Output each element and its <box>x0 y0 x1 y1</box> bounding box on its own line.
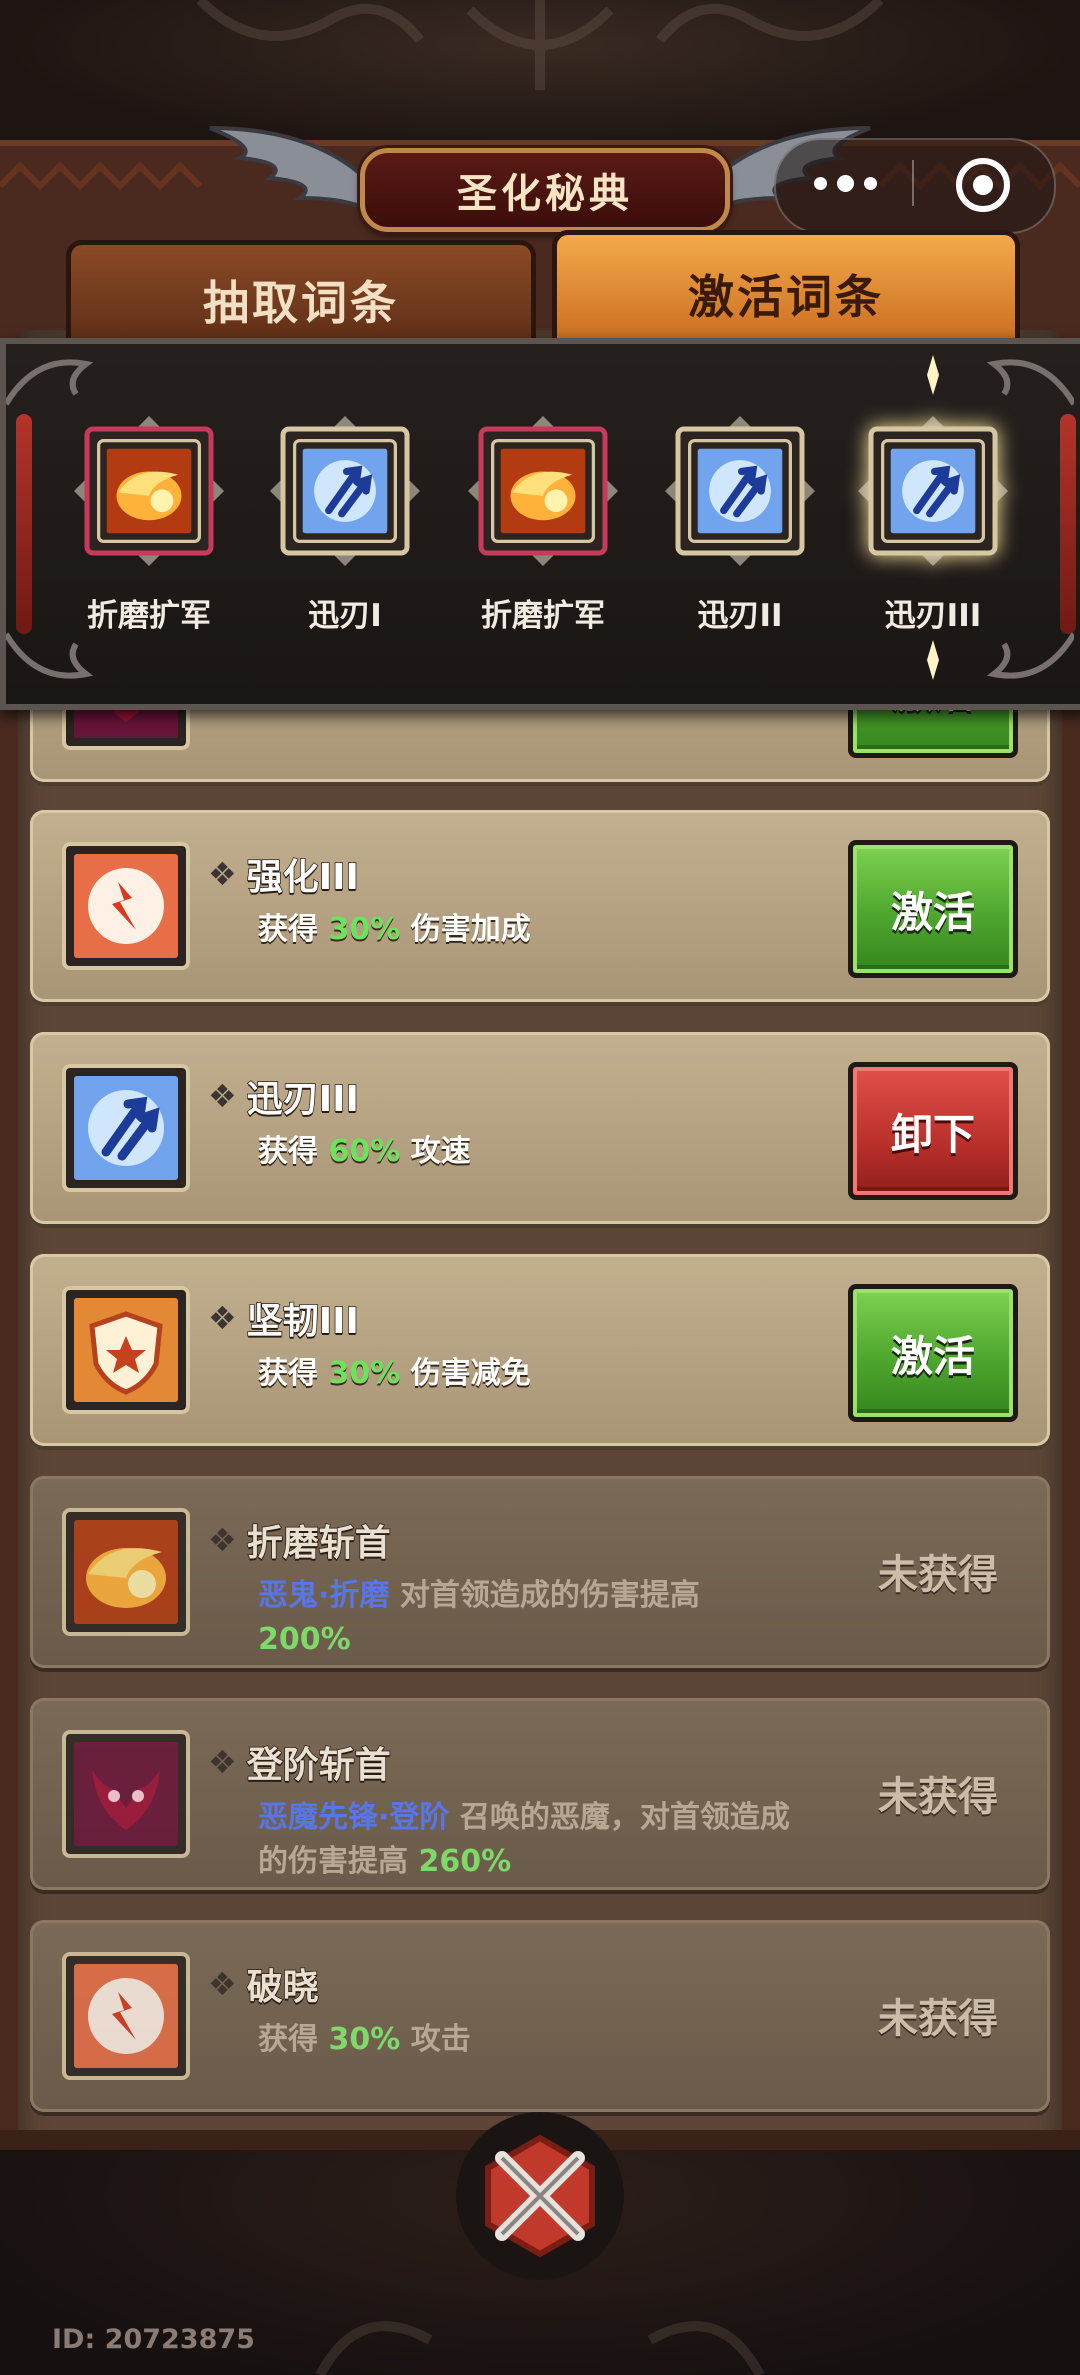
page-title: 圣化秘典 <box>360 148 730 232</box>
entry-card: ❖ 强化III 获得 30% 伤害加成 激活 <box>30 810 1050 1002</box>
target-close-icon[interactable] <box>950 152 1016 218</box>
equipped-slot[interactable] <box>270 416 420 566</box>
entry-card: ❖ 坚韧III 获得 30% 伤害减免 激活 <box>30 1254 1050 1446</box>
desc-text: 伤害减免 <box>400 1356 531 1391</box>
power-burst-icon <box>62 1952 190 2080</box>
value-highlight: 30% <box>328 2022 401 2057</box>
diamond-icon: ❖ <box>208 855 237 893</box>
skill-ref: 恶魔先锋·登阶 <box>258 1800 450 1835</box>
user-id: ID: 20723875 <box>52 2324 255 2355</box>
equipped-slot-label: 迅刃I <box>308 598 382 634</box>
entry-title-row: ❖ 强化III <box>208 852 360 899</box>
entry-title: 折磨斩首 <box>246 1522 392 1565</box>
entry-description: 获得 60% 攻速 <box>258 1130 818 1174</box>
equipped-slot[interactable] <box>74 416 224 566</box>
desc-text: 对首领造成的伤害提高 <box>389 1578 700 1613</box>
value-highlight: 200% <box>258 1622 351 1657</box>
activate-button[interactable]: 激活 <box>848 840 1018 978</box>
entry-card: ❖ 折磨斩首恶鬼·折磨 对首领造成的伤害提高 200% 未获得 <box>30 1476 1050 1668</box>
entry-title-row: ❖ 折磨斩首 <box>208 1518 391 1565</box>
swift-blade-icon <box>688 439 792 547</box>
entry-card: ❖ 迅刃III 获得 60% 攻速 卸下 <box>30 1032 1050 1224</box>
equipped-slot[interactable] <box>858 416 1008 566</box>
value-highlight: 30% <box>328 912 401 947</box>
entry-description: 获得 30% 伤害加成 <box>258 908 818 952</box>
equipped-slot[interactable] <box>468 416 618 566</box>
swift-blade-icon <box>881 439 985 547</box>
equipped-slot-label: 折磨扩军 <box>87 598 211 634</box>
not-obtained-status: 未获得 <box>878 1552 998 1598</box>
desc-text: 获得 <box>258 1134 329 1169</box>
swift-blade-icon <box>62 1064 190 1192</box>
tribal-ornament <box>196 0 884 90</box>
not-obtained-status: 未获得 <box>878 1996 998 2042</box>
desc-text: 获得 <box>258 2022 329 2057</box>
entry-description: 恶鬼·折磨 对首领造成的伤害提高 200% <box>258 1574 818 1662</box>
value-highlight: 60% <box>328 1134 401 1169</box>
swift-blade-icon <box>293 439 397 547</box>
entry-title-row: ❖ 迅刃III <box>208 1074 360 1121</box>
diamond-icon: ❖ <box>208 1077 237 1115</box>
entry-title: 登阶斩首 <box>246 1744 392 1787</box>
entry-title-row: ❖ 登阶斩首 <box>208 1740 391 1787</box>
shield-star-icon <box>62 1286 190 1414</box>
diamond-icon: ❖ <box>208 1743 237 1781</box>
equipped-slot-label: 折磨扩军 <box>481 598 605 634</box>
selected-glow <box>913 355 953 395</box>
entry-title-row: ❖ 坚韧III <box>208 1296 360 1343</box>
entry-title: 强化III <box>246 856 360 899</box>
entry-title-row: ❖ 破晓 <box>208 1962 319 2009</box>
diamond-icon: ❖ <box>208 1965 237 2003</box>
crossed-swords-close-icon[interactable] <box>452 2108 628 2284</box>
fire-orb-icon <box>62 1508 190 1636</box>
entry-title: 破晓 <box>246 1966 320 2009</box>
entry-description: 获得 30% 伤害减免 <box>258 1352 818 1396</box>
unequip-button[interactable]: 卸下 <box>848 1062 1018 1200</box>
fire-orb-icon <box>97 439 201 547</box>
desc-text: 攻速 <box>400 1134 471 1169</box>
not-obtained-status: 未获得 <box>878 1774 998 1820</box>
value-highlight: 260% <box>418 1844 512 1879</box>
entry-card: ❖ 登阶斩首恶魔先锋·登阶 召唤的恶魔，对首领造成的伤害提高 260% 未获得 <box>30 1698 1050 1890</box>
desc-text: 获得 <box>258 912 329 947</box>
entry-title: 迅刃III <box>246 1078 360 1121</box>
desc-text: 攻击 <box>400 2022 471 2057</box>
fire-orb-icon <box>491 439 595 547</box>
skill-ref: 恶鬼·折磨 <box>258 1578 390 1613</box>
capsule-divider <box>912 160 914 206</box>
more-dots-icon[interactable] <box>790 150 900 216</box>
equipped-slot-label: 迅刃III <box>884 598 982 634</box>
equipped-slot-label: 迅刃II <box>697 598 783 634</box>
diamond-icon: ❖ <box>208 1521 237 1559</box>
desc-text: 获得 <box>258 1356 329 1391</box>
demon-icon <box>62 1730 190 1858</box>
activate-button[interactable]: 激活 <box>848 1284 1018 1422</box>
entry-description: 恶魔先锋·登阶 召唤的恶魔，对首领造成的伤害提高 260% <box>258 1796 818 1884</box>
equipped-slot[interactable] <box>665 416 815 566</box>
desc-text: 伤害加成 <box>400 912 531 947</box>
diamond-icon: ❖ <box>208 1299 237 1337</box>
entry-title: 坚韧III <box>246 1300 360 1343</box>
selected-glow <box>913 640 953 680</box>
value-highlight: 30% <box>328 1356 401 1391</box>
left-wing-ornament <box>209 126 380 223</box>
power-burst-icon <box>62 842 190 970</box>
entry-card: ❖ 破晓获得 30% 攻击 未获得 <box>30 1920 1050 2112</box>
entry-description: 获得 30% 攻击 <box>258 2018 818 2062</box>
